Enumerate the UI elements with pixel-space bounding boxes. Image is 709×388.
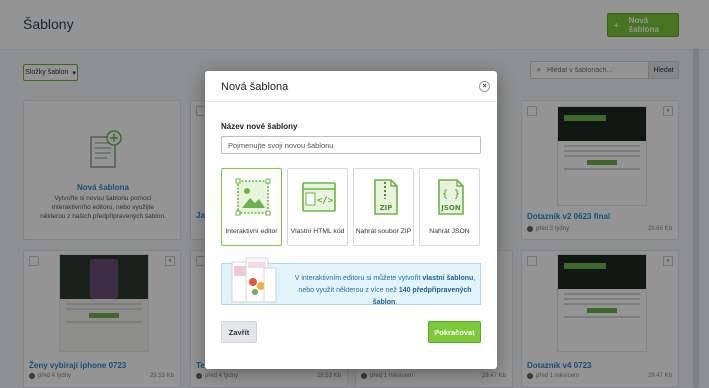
template-name-input[interactable]	[221, 136, 481, 154]
continue-button[interactable]: Pokračovat	[428, 321, 481, 343]
svg-text:</>: </>	[317, 196, 334, 206]
dialog-title: Nová šablona	[221, 81, 289, 93]
option-label: Nahrát soubor ZIP	[355, 228, 412, 235]
option-upload-json[interactable]: { } JSON Nahrát JSON	[419, 168, 480, 246]
image-editor-icon	[235, 178, 271, 216]
new-template-dialog: Nová šablona × Název nové šablony Intera…	[205, 71, 497, 369]
option-upload-zip[interactable]: ZIP Nahrát soubor ZIP	[353, 168, 414, 246]
template-name-label: Název nové šablony	[221, 122, 298, 131]
dialog-header: Nová šablona ×	[205, 71, 497, 102]
info-box: V interaktivním editoru si můžete vytvoř…	[221, 257, 481, 306]
html-code-icon: </>	[302, 182, 336, 212]
close-button[interactable]: Zavřít	[221, 321, 257, 343]
svg-text:{ }: { }	[442, 189, 460, 200]
close-icon[interactable]: ×	[479, 81, 490, 92]
json-file-icon: { } JSON	[438, 179, 464, 215]
option-html-code[interactable]: </> Vlastní HTML kód	[287, 168, 348, 246]
info-text: V interaktivním editoru si můžete vytvoř…	[294, 275, 476, 306]
option-label: Nahrát JSON	[429, 228, 470, 235]
template-preview-illustration	[231, 257, 277, 303]
option-label: Vlastní HTML kód	[290, 228, 345, 235]
option-label: Interaktivní editor	[225, 228, 278, 235]
svg-text:ZIP: ZIP	[380, 204, 393, 212]
zip-file-icon: ZIP	[374, 179, 398, 215]
svg-text:JSON: JSON	[440, 204, 461, 212]
option-interactive-editor[interactable]: Interaktivní editor	[221, 168, 282, 246]
